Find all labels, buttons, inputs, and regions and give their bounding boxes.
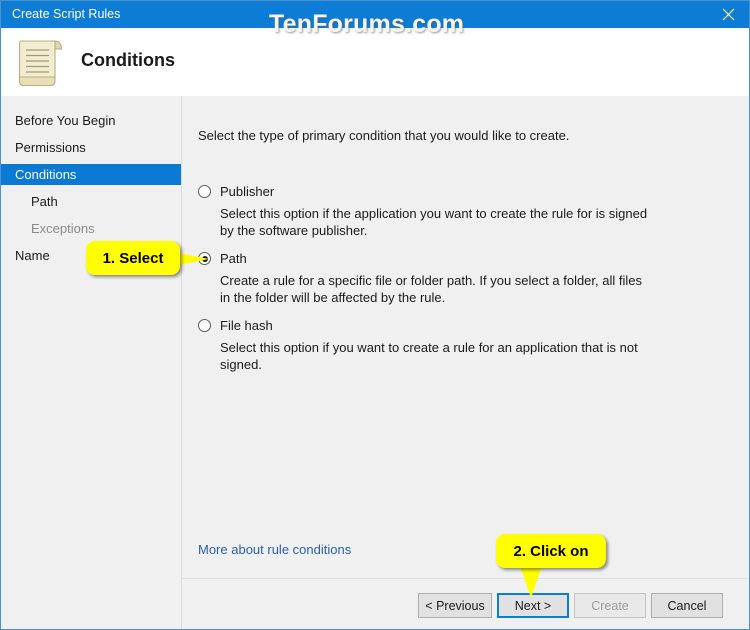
radio-publisher[interactable] — [198, 185, 211, 198]
sidebar-item-exceptions[interactable]: Exceptions — [1, 218, 181, 239]
callout-click-on-tail — [518, 566, 544, 605]
create-script-rules-dialog: Create Script Rules TenForums.com Condit… — [0, 0, 750, 630]
callout-click-on: 2. Click on — [496, 534, 606, 568]
dialog-footer: < Previous Next > Create Cancel — [182, 578, 749, 629]
cancel-button[interactable]: Cancel — [651, 593, 723, 618]
option-file-hash-row[interactable]: File hash — [198, 318, 718, 336]
option-file-hash-label: File hash — [220, 318, 273, 333]
scroll-document-icon — [13, 37, 67, 89]
wizard-nav-sidebar: Before You Begin Permissions Conditions … — [1, 96, 181, 629]
callout-select: 1. Select — [86, 241, 180, 275]
create-button: Create — [574, 593, 646, 618]
dialog-header: Conditions — [1, 28, 749, 96]
option-path-label: Path — [220, 251, 247, 266]
option-path-description: Create a rule for a specific file or fol… — [220, 273, 642, 305]
radio-file-hash[interactable] — [198, 319, 211, 332]
option-publisher[interactable]: Publisher Select this option if the appl… — [198, 184, 718, 239]
sidebar-item-path[interactable]: Path — [1, 191, 181, 212]
window-title: Create Script Rules — [12, 7, 121, 21]
sidebar-item-permissions[interactable]: Permissions — [1, 137, 181, 158]
option-publisher-label: Publisher — [220, 184, 275, 199]
option-path-row[interactable]: Path — [198, 251, 718, 269]
option-file-hash-description: Select this option if you want to create… — [220, 340, 638, 372]
option-publisher-description: Select this option if the application yo… — [220, 206, 648, 238]
callout-select-text: 1. Select — [102, 249, 164, 267]
sidebar-item-conditions[interactable]: Conditions — [1, 164, 181, 185]
option-publisher-row[interactable]: Publisher — [198, 184, 718, 202]
close-icon[interactable] — [705, 1, 749, 28]
title-bar: Create Script Rules — [1, 1, 749, 28]
callout-click-on-text: 2. Click on — [513, 542, 589, 560]
option-file-hash[interactable]: File hash Select this option if you want… — [198, 318, 718, 373]
main-content: Select the type of primary condition tha… — [182, 96, 749, 578]
intro-text: Select the type of primary condition tha… — [198, 128, 570, 143]
more-about-rule-conditions-link[interactable]: More about rule conditions — [198, 542, 351, 557]
option-path[interactable]: Path Create a rule for a specific file o… — [198, 251, 718, 306]
sidebar-item-before-you-begin[interactable]: Before You Begin — [1, 110, 181, 131]
previous-button[interactable]: < Previous — [418, 593, 492, 618]
page-title: Conditions — [81, 50, 175, 70]
